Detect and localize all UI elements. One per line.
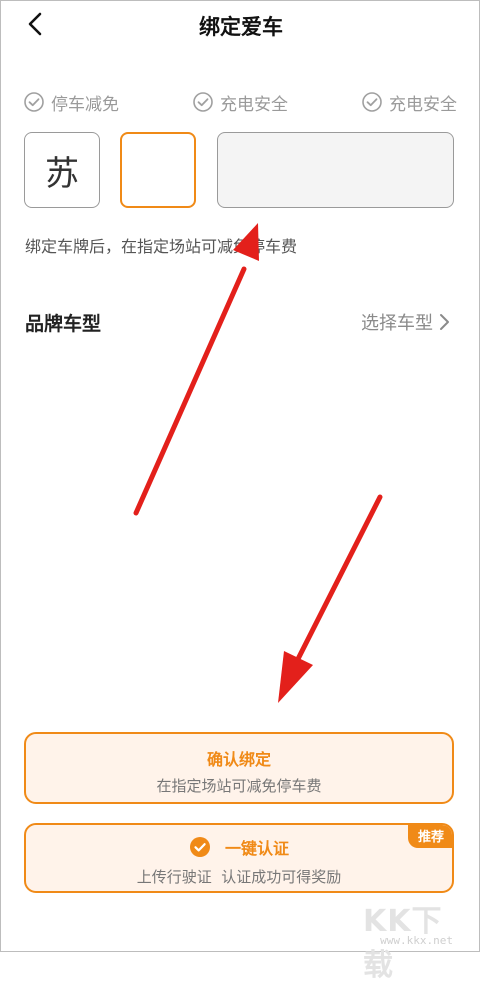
verify-title: 一键认证	[224, 839, 289, 858]
header: 绑定爱车	[1, 1, 480, 47]
select-model-link[interactable]: 选择车型	[361, 309, 451, 335]
confirm-bind-button[interactable]: 确认绑定 在指定场站可减免停车费	[24, 732, 454, 804]
brand-model-label: 品牌车型	[25, 312, 102, 335]
confirm-bind-subtitle: 在指定场站可减免停车费	[156, 777, 322, 795]
check-circle-icon	[362, 92, 382, 112]
recommend-badge: 推荐	[407, 825, 452, 848]
province-selector[interactable]: 苏	[24, 132, 100, 208]
page-title: 绑定爱车	[199, 15, 283, 39]
brand-model-row[interactable]: 品牌车型 选择车型	[25, 301, 451, 343]
select-model-label: 选择车型	[361, 313, 433, 334]
check-circle-icon	[24, 92, 44, 112]
plate-letter-field[interactable]	[120, 132, 196, 208]
feature-item: 充电安全	[361, 89, 457, 115]
check-circle-icon	[193, 92, 213, 112]
verify-subtitle: 上传行驶证 认证成功可得奖励	[136, 868, 342, 886]
chevron-right-icon	[440, 314, 449, 330]
watermark-url: www.kkx.net	[380, 934, 453, 947]
annotation-arrow-up	[133, 223, 259, 516]
feature-item: 停车减免	[23, 89, 119, 115]
verify-title-row: 一键认证	[26, 835, 452, 859]
plate-hint-text: 绑定车牌后，在指定场站可减免停车费	[25, 237, 298, 256]
annotation-arrow-down	[278, 494, 383, 703]
feature-item: 充电安全	[192, 89, 288, 115]
plate-number-field[interactable]	[217, 132, 454, 208]
one-click-verify-button[interactable]: 一键认证 上传行驶证 认证成功可得奖励 推荐	[24, 823, 454, 893]
confirm-bind-title: 确认绑定	[206, 750, 271, 769]
check-badge-icon	[189, 837, 210, 857]
feature-list: 停车减免 充电安全 充电安全	[23, 89, 457, 115]
watermark: KK下载 www.kkx.net	[363, 896, 455, 983]
feature-label: 充电安全	[389, 94, 457, 115]
feature-label: 充电安全	[220, 94, 288, 115]
feature-label: 停车减免	[51, 94, 119, 115]
